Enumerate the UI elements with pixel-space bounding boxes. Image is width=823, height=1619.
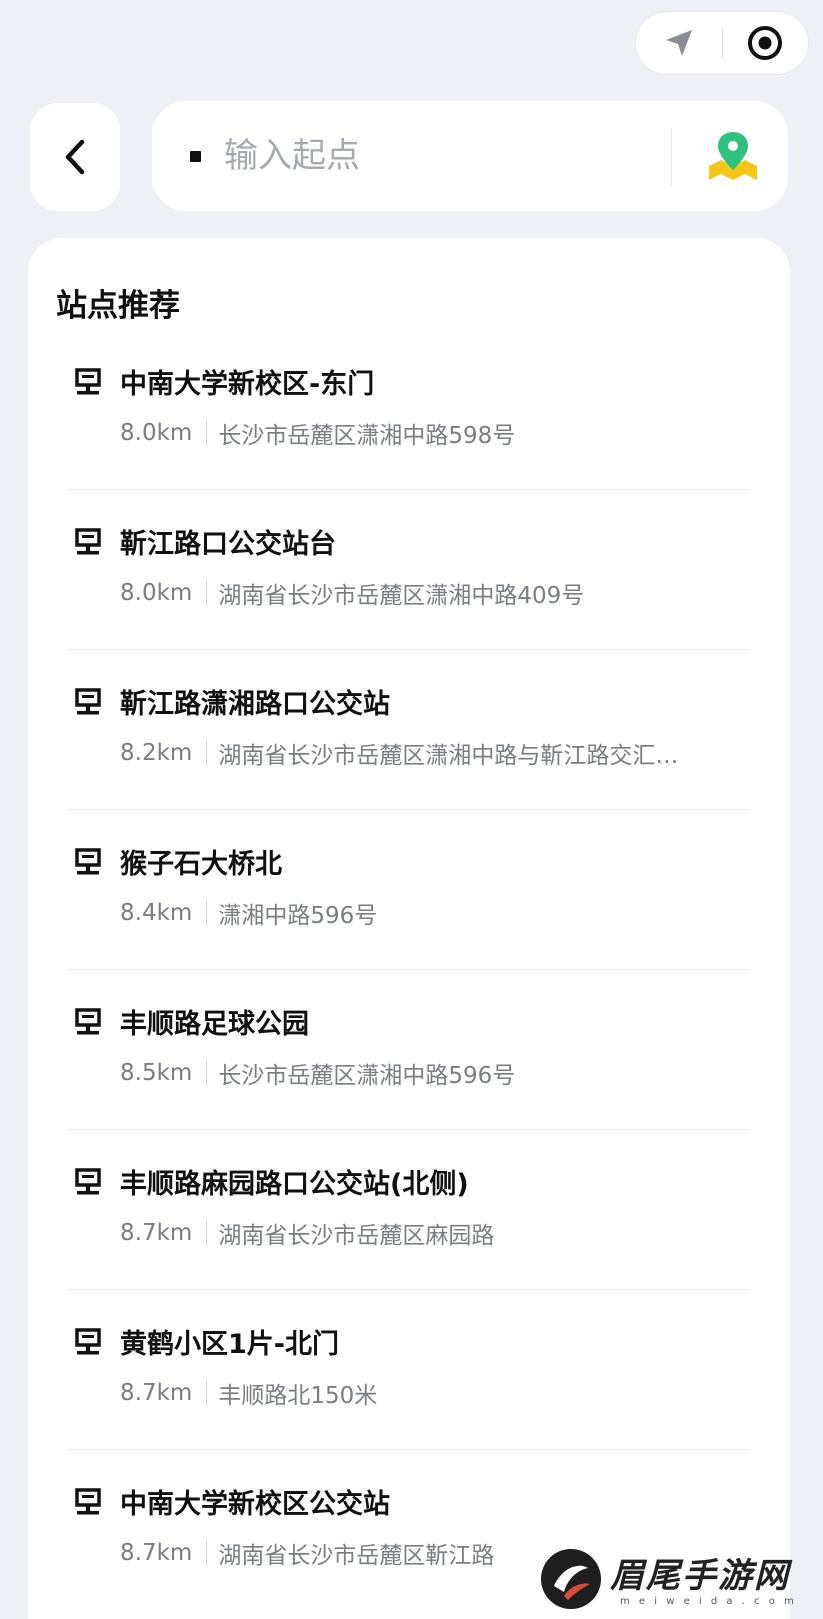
- navigation-arrow-icon: [665, 30, 692, 56]
- list-item[interactable]: 黄鹤小区1片-北门 8.7km 丰顺路北150米: [68, 1290, 750, 1450]
- station-name: 黄鹤小区1片-北门: [120, 1329, 339, 1360]
- bus-stop-icon: [75, 688, 101, 715]
- list-item[interactable]: 丰顺路麻园路口公交站(北侧) 8.7km 湖南省长沙市岳麓区麻园路: [68, 1130, 750, 1290]
- start-point-dot-icon: [190, 151, 201, 162]
- station-address: 湖南省长沙市岳麓区靳江路: [218, 1543, 495, 1569]
- station-distance: 8.7km: [120, 1380, 193, 1406]
- station-meta: 8.4km 潇湘中路596号: [120, 896, 377, 930]
- divider: [206, 581, 208, 605]
- watermark-url: m e i w e i d a . c o m: [620, 1596, 797, 1607]
- divider: [206, 1541, 208, 1565]
- back-button[interactable]: [30, 103, 120, 211]
- list-item[interactable]: 丰顺路足球公园 8.5km 长沙市岳麓区潇湘中路596号: [68, 970, 750, 1130]
- station-distance: 8.4km: [120, 900, 193, 926]
- station-address: 潇湘中路596号: [218, 903, 378, 929]
- station-address: 湖南省长沙市岳麓区潇湘中路与靳江路交汇…: [218, 743, 679, 769]
- map-controls: [636, 12, 808, 74]
- station-name: 丰顺路足球公园: [120, 1009, 309, 1040]
- bus-stop-icon: [75, 848, 101, 875]
- divider: [671, 128, 672, 186]
- list-item[interactable]: 靳江路潇湘路口公交站 8.2km 湖南省长沙市岳麓区潇湘中路与靳江路交汇…: [68, 650, 750, 810]
- station-meta: 8.7km 湖南省长沙市岳麓区麻园路: [120, 1216, 494, 1250]
- station-name: 中南大学新校区-东门: [120, 369, 375, 400]
- station-distance: 8.2km: [120, 740, 193, 766]
- target-button[interactable]: [723, 12, 809, 74]
- station-address: 湖南省长沙市岳麓区潇湘中路409号: [218, 583, 585, 609]
- station-distance: 8.5km: [120, 1060, 193, 1086]
- divider: [206, 1221, 208, 1245]
- bus-stop-icon: [75, 1328, 101, 1355]
- divider: [206, 741, 208, 765]
- station-name: 猴子石大桥北: [120, 849, 282, 880]
- station-meta: 8.7km 湖南省长沙市岳麓区靳江路: [120, 1536, 494, 1570]
- list-item[interactable]: 靳江路口公交站台 8.0km 湖南省长沙市岳麓区潇湘中路409号: [68, 490, 750, 650]
- station-distance: 8.0km: [120, 580, 193, 606]
- start-point-search: [152, 101, 788, 211]
- station-name: 中南大学新校区公交站: [120, 1489, 390, 1520]
- target-icon: [748, 26, 783, 60]
- section-title: 站点推荐: [56, 288, 180, 324]
- station-meta: 8.7km 丰顺路北150米: [120, 1376, 377, 1410]
- divider: [206, 1381, 208, 1405]
- start-point-input[interactable]: [224, 129, 664, 183]
- bus-stop-icon: [75, 1008, 101, 1035]
- map-pin-icon: [709, 132, 757, 180]
- station-name: 靳江路潇湘路口公交站: [120, 689, 390, 720]
- bus-stop-icon: [75, 528, 101, 555]
- station-address: 丰顺路北150米: [218, 1383, 378, 1409]
- station-address: 长沙市岳麓区潇湘中路598号: [218, 423, 516, 449]
- recommend-card: 站点推荐 中南大学新校区-东门 8.0km 长沙市岳麓区潇湘中路598号 靳江路…: [28, 238, 790, 1619]
- station-name: 靳江路口公交站台: [120, 529, 336, 560]
- divider: [206, 421, 208, 445]
- divider: [206, 901, 208, 925]
- map-select-button[interactable]: [700, 123, 766, 189]
- page: 站点推荐 中南大学新校区-东门 8.0km 长沙市岳麓区潇湘中路598号 靳江路…: [0, 0, 823, 1619]
- bus-stop-icon: [75, 1488, 101, 1515]
- watermark-text: 眉尾手游网: [610, 1556, 790, 1596]
- station-meta: 8.5km 长沙市岳麓区潇湘中路596号: [120, 1056, 515, 1090]
- watermark: 眉尾手游网 m e i w e i d a . c o m: [538, 1546, 818, 1614]
- station-list: 中南大学新校区-东门 8.0km 长沙市岳麓区潇湘中路598号 靳江路口公交站台…: [28, 330, 790, 1610]
- chevron-left-icon: [65, 139, 85, 175]
- bus-stop-icon: [75, 368, 101, 395]
- station-address: 长沙市岳麓区潇湘中路596号: [218, 1063, 516, 1089]
- station-meta: 8.0km 湖南省长沙市岳麓区潇湘中路409号: [120, 576, 584, 610]
- station-name: 丰顺路麻园路口公交站(北侧): [120, 1169, 469, 1200]
- watermark-logo: [541, 1549, 601, 1609]
- station-distance: 8.7km: [120, 1540, 193, 1566]
- bus-stop-icon: [75, 1168, 101, 1195]
- station-distance: 8.0km: [120, 420, 193, 446]
- station-address: 湖南省长沙市岳麓区麻园路: [218, 1223, 495, 1249]
- station-meta: 8.0km 长沙市岳麓区潇湘中路598号: [120, 416, 515, 450]
- list-item[interactable]: 猴子石大桥北 8.4km 潇湘中路596号: [68, 810, 750, 970]
- locate-button[interactable]: [636, 12, 722, 74]
- divider: [206, 1061, 208, 1085]
- station-distance: 8.7km: [120, 1220, 193, 1246]
- list-item[interactable]: 中南大学新校区-东门 8.0km 长沙市岳麓区潇湘中路598号: [68, 330, 750, 490]
- station-meta: 8.2km 湖南省长沙市岳麓区潇湘中路与靳江路交汇…: [120, 736, 678, 770]
